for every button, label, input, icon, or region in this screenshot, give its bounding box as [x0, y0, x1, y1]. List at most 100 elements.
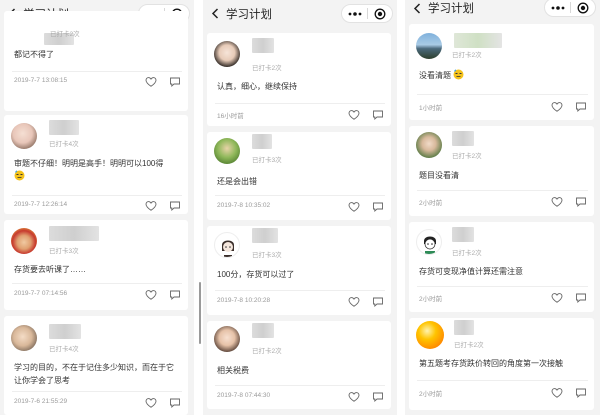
post-content: 存货要去听课了……: [14, 265, 86, 274]
checkin-count: 已打卡2次: [452, 153, 482, 160]
post-card[interactable]: 已打卡3次 还是会出错 2019-7-8 10:35:02: [207, 132, 391, 220]
heart-outline-icon[interactable]: [348, 295, 360, 307]
post-card[interactable]: 已打卡3次 100分，存货可以过了 2019-7-8 10:20:28: [207, 226, 391, 315]
heart-outline-icon[interactable]: [145, 75, 157, 87]
post-content: 第五题考存货跌价转回的角度第一次接触: [419, 359, 563, 368]
divider: [12, 71, 182, 72]
heart-outline-icon[interactable]: [145, 396, 157, 408]
post-content: 认真，细心，继续保持: [217, 82, 297, 91]
heart-outline-icon[interactable]: [348, 390, 360, 402]
checkin-count: 已打卡2次: [452, 52, 482, 59]
divider: [417, 380, 588, 381]
divider: [417, 190, 588, 191]
user-avatar[interactable]: [416, 33, 442, 59]
heart-outline-icon[interactable]: [145, 288, 157, 300]
page-title: 学习计划: [428, 3, 474, 15]
chevron-left-icon[interactable]: [408, 0, 426, 16]
phone-screen-left: 学习计划 已打卡2次 都记不得了 2019-7-7 13:08:15 已打卡: [0, 0, 194, 415]
post-time: 2019-7-6 21:55:29: [14, 398, 68, 405]
comment-bubble-icon[interactable]: [575, 100, 587, 113]
blurred-username: [454, 320, 474, 335]
post-content: 存货可变现净值计算还需注意: [419, 267, 523, 276]
blurred-username: [252, 228, 278, 243]
heart-outline-icon[interactable]: [348, 108, 360, 120]
record-close-icon[interactable]: [571, 0, 595, 16]
heart-outline-icon[interactable]: [551, 386, 563, 398]
user-avatar[interactable]: [416, 321, 444, 349]
checkin-count: 已打卡4次: [49, 141, 79, 148]
user-avatar[interactable]: [214, 138, 240, 164]
nav-bar: 学习计划: [203, 0, 397, 27]
comment-bubble-icon[interactable]: [575, 195, 587, 208]
comment-bubble-icon[interactable]: [169, 396, 181, 409]
user-avatar[interactable]: [416, 132, 442, 158]
user-avatar[interactable]: [214, 41, 240, 67]
post-card[interactable]: 已打卡2次 题目没看清 2小时前: [409, 126, 594, 216]
post-time: 2小时前: [419, 296, 443, 303]
more-dots-icon[interactable]: [545, 0, 570, 16]
post-content: 100分，存货可以过了: [217, 270, 295, 279]
post-card[interactable]: 已打卡4次 学习的目的，不在于记住多少知识，而在于它让你学会了思考 2019-7…: [4, 316, 188, 415]
comment-bubble-icon[interactable]: [169, 288, 181, 301]
post-card[interactable]: 已打卡2次 都记不得了 2019-7-7 13:08:15: [4, 11, 188, 111]
comment-bubble-icon[interactable]: [169, 75, 181, 88]
phone-screen-middle: 学习计划 已打卡2次 认真，细心，继续保持 16小时前 已打卡3次 还是会出错 …: [203, 0, 397, 415]
heart-outline-icon[interactable]: [551, 291, 563, 303]
checkin-feed[interactable]: 已打卡2次 没看清题 1小时前 已打卡2次 题目没看清 2小时前 已打卡2次 存…: [409, 16, 594, 415]
post-card[interactable]: 已打卡4次 审题不仔细！明明是高手！明明可以100得 2019-7-7 12:2…: [4, 115, 188, 214]
user-avatar[interactable]: [11, 228, 37, 254]
checkin-count: 已打卡3次: [49, 248, 79, 255]
user-avatar[interactable]: [11, 123, 37, 149]
blurred-username: [252, 134, 272, 149]
blurred-username: [452, 131, 474, 146]
post-card[interactable]: 已打卡2次 认真，细心，继续保持 16小时前: [207, 33, 391, 126]
comment-bubble-icon[interactable]: [372, 108, 384, 121]
nav-bar: 学习计划: [405, 0, 600, 17]
heart-outline-icon[interactable]: [551, 195, 563, 207]
comment-bubble-icon[interactable]: [372, 200, 384, 213]
checkin-feed[interactable]: 已打卡2次 认真，细心，继续保持 16小时前 已打卡3次 还是会出错 2019-…: [207, 27, 391, 415]
post-card[interactable]: 已打卡3次 存货要去听课了…… 2019-7-7 07:14:56: [4, 220, 188, 310]
post-time: 2019-7-7 13:08:15: [14, 77, 68, 84]
blurred-username: [452, 227, 474, 242]
blurred-username: [49, 324, 81, 339]
blurred-username: [454, 33, 502, 48]
comment-bubble-icon[interactable]: [169, 199, 181, 212]
sweat-emoji-icon: [453, 69, 464, 80]
heart-outline-icon[interactable]: [348, 200, 360, 212]
post-card[interactable]: 已打卡2次 没看清题 1小时前: [409, 24, 594, 120]
comment-bubble-icon[interactable]: [372, 390, 384, 403]
heart-outline-icon[interactable]: [551, 100, 563, 112]
chevron-left-icon[interactable]: [206, 0, 224, 27]
comment-bubble-icon[interactable]: [372, 295, 384, 308]
more-dots-icon[interactable]: [342, 5, 367, 22]
checkin-count: 已打卡4次: [49, 346, 79, 353]
divider: [417, 94, 588, 95]
checkin-count: 已打卡2次: [252, 348, 282, 355]
post-card[interactable]: 已打卡2次 存货可变现净值计算还需注意 2小时前: [409, 222, 594, 312]
checkin-feed[interactable]: 已打卡2次 都记不得了 2019-7-7 13:08:15 已打卡4次 审题不仔…: [4, 11, 188, 415]
post-time: 2小时前: [419, 391, 443, 398]
checkin-count: 已打卡3次: [252, 252, 282, 259]
user-avatar[interactable]: [214, 232, 240, 258]
blurred-username: [252, 38, 274, 53]
record-close-icon[interactable]: [368, 5, 392, 22]
comment-bubble-icon[interactable]: [575, 386, 587, 399]
post-time: 2019-7-7 07:14:56: [14, 290, 68, 297]
phone-screen-right: 学习计划 已打卡2次 没看清题 1小时前 已打卡2次 题目没看清 2小时前 已打…: [405, 0, 600, 415]
post-content: 学习的目的，不在于记住多少知识，而在于它让你学会了思考: [14, 363, 174, 385]
post-time: 2019-7-8 10:35:02: [217, 202, 271, 209]
heart-outline-icon[interactable]: [145, 199, 157, 211]
post-card[interactable]: 已打卡2次 第五题考存货跌价转回的角度第一次接触 2小时前: [409, 318, 594, 410]
divider: [215, 103, 385, 104]
blurred-username: [49, 120, 79, 135]
post-card[interactable]: 已打卡2次 相关税费 2019-7-8 07:44:30: [207, 321, 391, 409]
post-time: 16小时前: [217, 113, 244, 120]
user-avatar[interactable]: [214, 326, 240, 352]
mini-program-capsule: [341, 4, 393, 23]
scrollbar-thumb[interactable]: [199, 282, 201, 344]
user-avatar[interactable]: [416, 229, 442, 255]
user-avatar[interactable]: [11, 325, 37, 351]
comment-bubble-icon[interactable]: [575, 291, 587, 304]
post-content: 相关税费: [217, 366, 249, 375]
